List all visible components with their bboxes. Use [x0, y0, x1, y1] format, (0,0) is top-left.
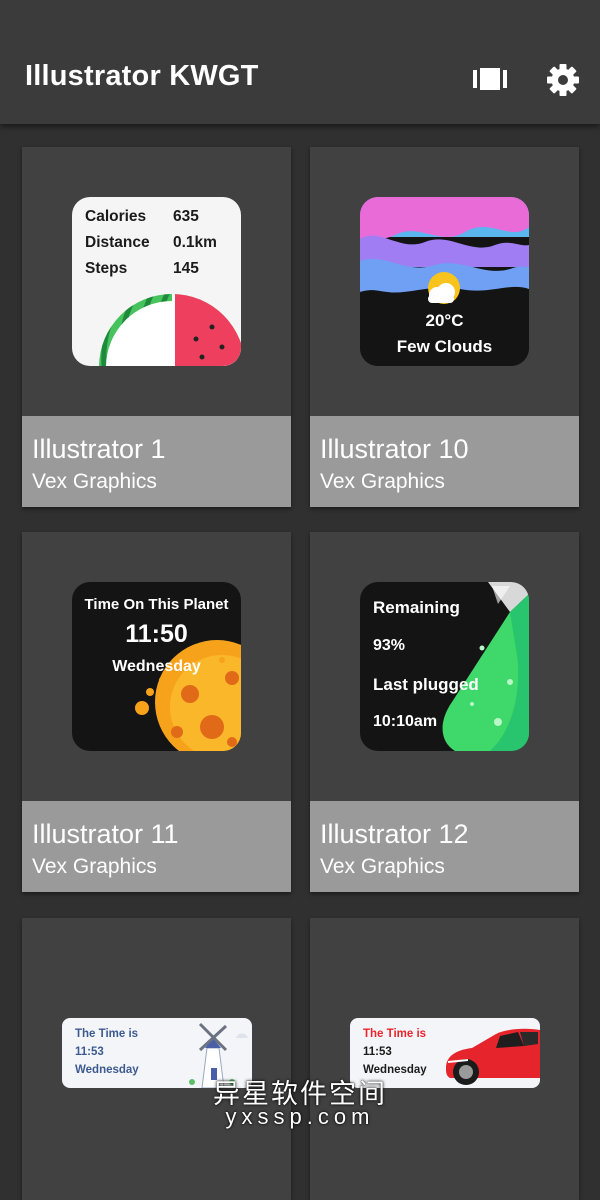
fitness-widget: Calories 635 Distance 0.1km Steps 145	[72, 197, 241, 366]
widget-name: Illustrator 11	[32, 819, 179, 849]
card-footer: Illustrator 10 Vex Graphics	[310, 416, 579, 507]
last-plugged-label: Last plugged	[373, 675, 479, 694]
widget-author: Vex Graphics	[320, 855, 445, 878]
widget-author: Vex Graphics	[320, 470, 445, 493]
widget-card-windmill[interactable]: The Time is 11:53 Wednesday	[22, 918, 291, 1200]
remaining-value: 93%	[373, 637, 406, 654]
watermark-url: yxssp.com	[225, 1104, 375, 1129]
day-of-week: Wednesday	[112, 658, 201, 675]
app-bar: Illustrator KWGT	[0, 0, 600, 124]
gear-icon	[547, 64, 579, 96]
widget-preview: Calories 635 Distance 0.1km Steps 145	[22, 147, 291, 416]
widget-name: Illustrator 12	[320, 819, 469, 849]
card-footer: Illustrator 1 Vex Graphics	[22, 416, 291, 507]
widget-preview: The Time is 11:53 Wednesday	[310, 918, 579, 1200]
clock-time: 11:53	[75, 1046, 104, 1058]
app-title: Illustrator KWGT	[25, 60, 259, 92]
planet-time-widget: Time On This Planet 11:50 Wednesday	[72, 582, 241, 751]
widget-card-illustrator-11[interactable]: Time On This Planet 11:50 Wednesday Illu…	[22, 532, 291, 892]
widget-name: Illustrator 10	[320, 434, 469, 464]
widget-card-illustrator-12[interactable]: Remaining 93% Last plugged 10:10am Illus…	[310, 532, 579, 892]
card-footer: Illustrator 11 Vex Graphics	[22, 801, 291, 892]
clock-time: 11:53	[363, 1046, 392, 1058]
widget-preview: Time On This Planet 11:50 Wednesday	[22, 532, 291, 801]
weather-widget: 20°C Few Clouds	[360, 197, 529, 366]
temperature: 20°C	[425, 311, 464, 330]
partly-cloudy-icon	[428, 272, 460, 304]
widget-name: Illustrator 1	[32, 434, 166, 464]
widget-preview: The Time is 11:53 Wednesday	[22, 918, 291, 1200]
watermelon-illustration	[99, 294, 241, 366]
widget-author: Vex Graphics	[32, 855, 157, 878]
widget-preview: 20°C Few Clouds	[310, 147, 579, 416]
carousel-view-icon	[473, 68, 507, 90]
widget-preview: Remaining 93% Last plugged 10:10am	[310, 532, 579, 801]
widget-card-car[interactable]: The Time is 11:53 Wednesday	[310, 918, 579, 1200]
widget-card-illustrator-10[interactable]: 20°C Few Clouds Illustrator 10 Vex Graph…	[310, 147, 579, 507]
widget-heading: Time On This Planet	[84, 596, 229, 613]
remaining-label: Remaining	[373, 598, 460, 617]
time-heading: The Time is	[75, 1028, 139, 1040]
settings-button[interactable]	[543, 58, 583, 102]
weather-condition: Few Clouds	[396, 337, 493, 356]
widget-card-illustrator-1[interactable]: Calories 635 Distance 0.1km Steps 145 Il…	[22, 147, 291, 507]
widget-author: Vex Graphics	[32, 470, 157, 493]
clock-time: 11:50	[125, 620, 188, 648]
battery-widget: Remaining 93% Last plugged 10:10am	[360, 582, 529, 751]
time-heading: The Time is	[363, 1028, 427, 1040]
view-toggle-button[interactable]	[470, 58, 510, 102]
last-plugged-value: 10:10am	[373, 713, 438, 730]
card-footer: Illustrator 12 Vex Graphics	[310, 801, 579, 892]
